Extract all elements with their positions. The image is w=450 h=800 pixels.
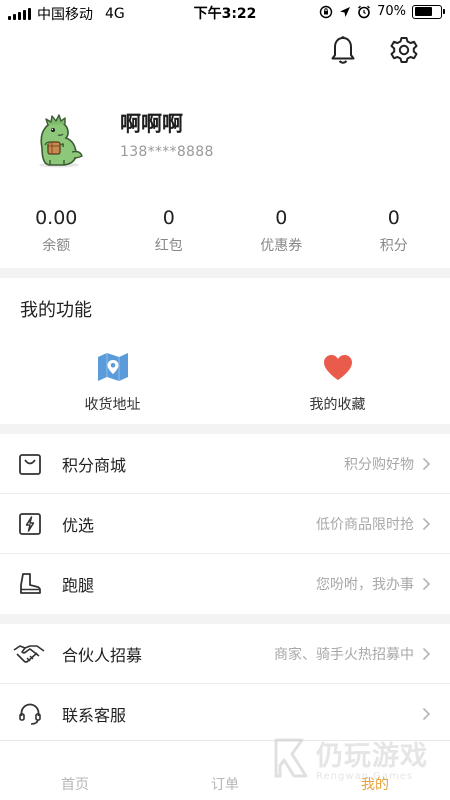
watermark-subtitle: Rengwan Games (316, 771, 414, 782)
avatar[interactable] (28, 108, 90, 170)
battery-percent: 70% (377, 4, 406, 19)
boot-icon (16, 570, 44, 598)
handshake-icon (13, 640, 45, 668)
stat-red-packet[interactable]: 0 红包 (113, 205, 226, 265)
menu-item-partner-recruit[interactable]: 合伙人招募 商家、骑手火热招募中 (0, 624, 450, 684)
section-separator (0, 614, 450, 624)
chevron-right-icon (422, 646, 432, 662)
account-stats: 0.00 余额 0 红包 0 优惠券 0 积分 (0, 205, 450, 265)
stat-points[interactable]: 0 积分 (338, 205, 450, 265)
status-right: 70% (319, 4, 445, 19)
stat-coupons[interactable]: 0 优惠券 (225, 205, 338, 265)
menu-label: 优选 (62, 516, 95, 535)
headset-icon (16, 700, 44, 728)
menu-hint: 积分购好物 (344, 457, 414, 473)
stat-balance[interactable]: 0.00 余额 (0, 205, 113, 265)
stat-value: 0 (387, 207, 400, 229)
watermark-title: 仍玩游戏 (316, 741, 428, 772)
dinosaur-avatar-icon (39, 114, 83, 168)
username[interactable]: 啊啊啊 (120, 108, 183, 138)
gear-icon (390, 37, 418, 63)
function-label: 我的收藏 (309, 397, 366, 413)
section-separator (0, 268, 450, 278)
location-arrow-icon (340, 6, 351, 17)
menu-label: 跑腿 (62, 576, 95, 595)
battery-icon (412, 4, 445, 19)
stat-label: 优惠券 (260, 238, 303, 254)
lightning-icon (16, 510, 44, 538)
menu-item-errand[interactable]: 跑腿 您吩咐，我办事 (0, 554, 450, 614)
menu-item-featured[interactable]: 优选 低价商品限时抢 (0, 494, 450, 554)
menu-label: 积分商城 (62, 456, 127, 475)
status-bar: 中国移动 4G 下午3:22 70% (0, 0, 450, 24)
function-label: 收货地址 (84, 397, 141, 413)
chevron-right-icon (422, 456, 432, 472)
menu-label: 联系客服 (62, 706, 127, 725)
function-favorites[interactable]: 我的收藏 (225, 350, 450, 420)
chevron-right-icon (422, 706, 432, 722)
section-title: 我的功能 (20, 300, 92, 321)
map-location-icon (96, 350, 130, 384)
function-grid: 收货地址 我的收藏 (0, 350, 450, 420)
menu-hint: 商家、骑手火热招募中 (274, 647, 414, 663)
tab-home[interactable]: 首页 (0, 741, 150, 800)
shopping-bag-icon (16, 450, 44, 478)
stat-value: 0 (275, 207, 288, 229)
phone-number: 138****8888 (120, 144, 214, 160)
watermark-logo-icon (274, 738, 308, 778)
bell-icon (331, 36, 355, 64)
stat-value: 0 (162, 207, 175, 229)
stat-label: 余额 (42, 238, 71, 254)
chevron-right-icon (422, 576, 432, 592)
menu-hint: 低价商品限时抢 (316, 517, 414, 533)
menu-label: 合伙人招募 (62, 646, 143, 665)
watermark: 仍玩游戏 Rengwan Games (272, 734, 428, 782)
rotation-lock-icon (319, 5, 333, 18)
watermark-text: 仍玩游戏 Rengwan Games (316, 734, 428, 782)
section-separator (0, 424, 450, 434)
alarm-icon (358, 5, 371, 18)
settings-button[interactable] (388, 34, 420, 66)
stat-label: 积分 (379, 238, 408, 254)
battery-fill (414, 7, 432, 16)
menu-hint: 您吩咐，我办事 (316, 577, 414, 593)
heart-icon (321, 350, 355, 384)
notification-button[interactable] (327, 34, 359, 66)
chevron-right-icon (422, 516, 432, 532)
stat-label: 红包 (154, 238, 183, 254)
menu-item-points-mall[interactable]: 积分商城 积分购好物 (0, 434, 450, 494)
function-address[interactable]: 收货地址 (0, 350, 225, 420)
stat-value: 0.00 (35, 207, 78, 229)
